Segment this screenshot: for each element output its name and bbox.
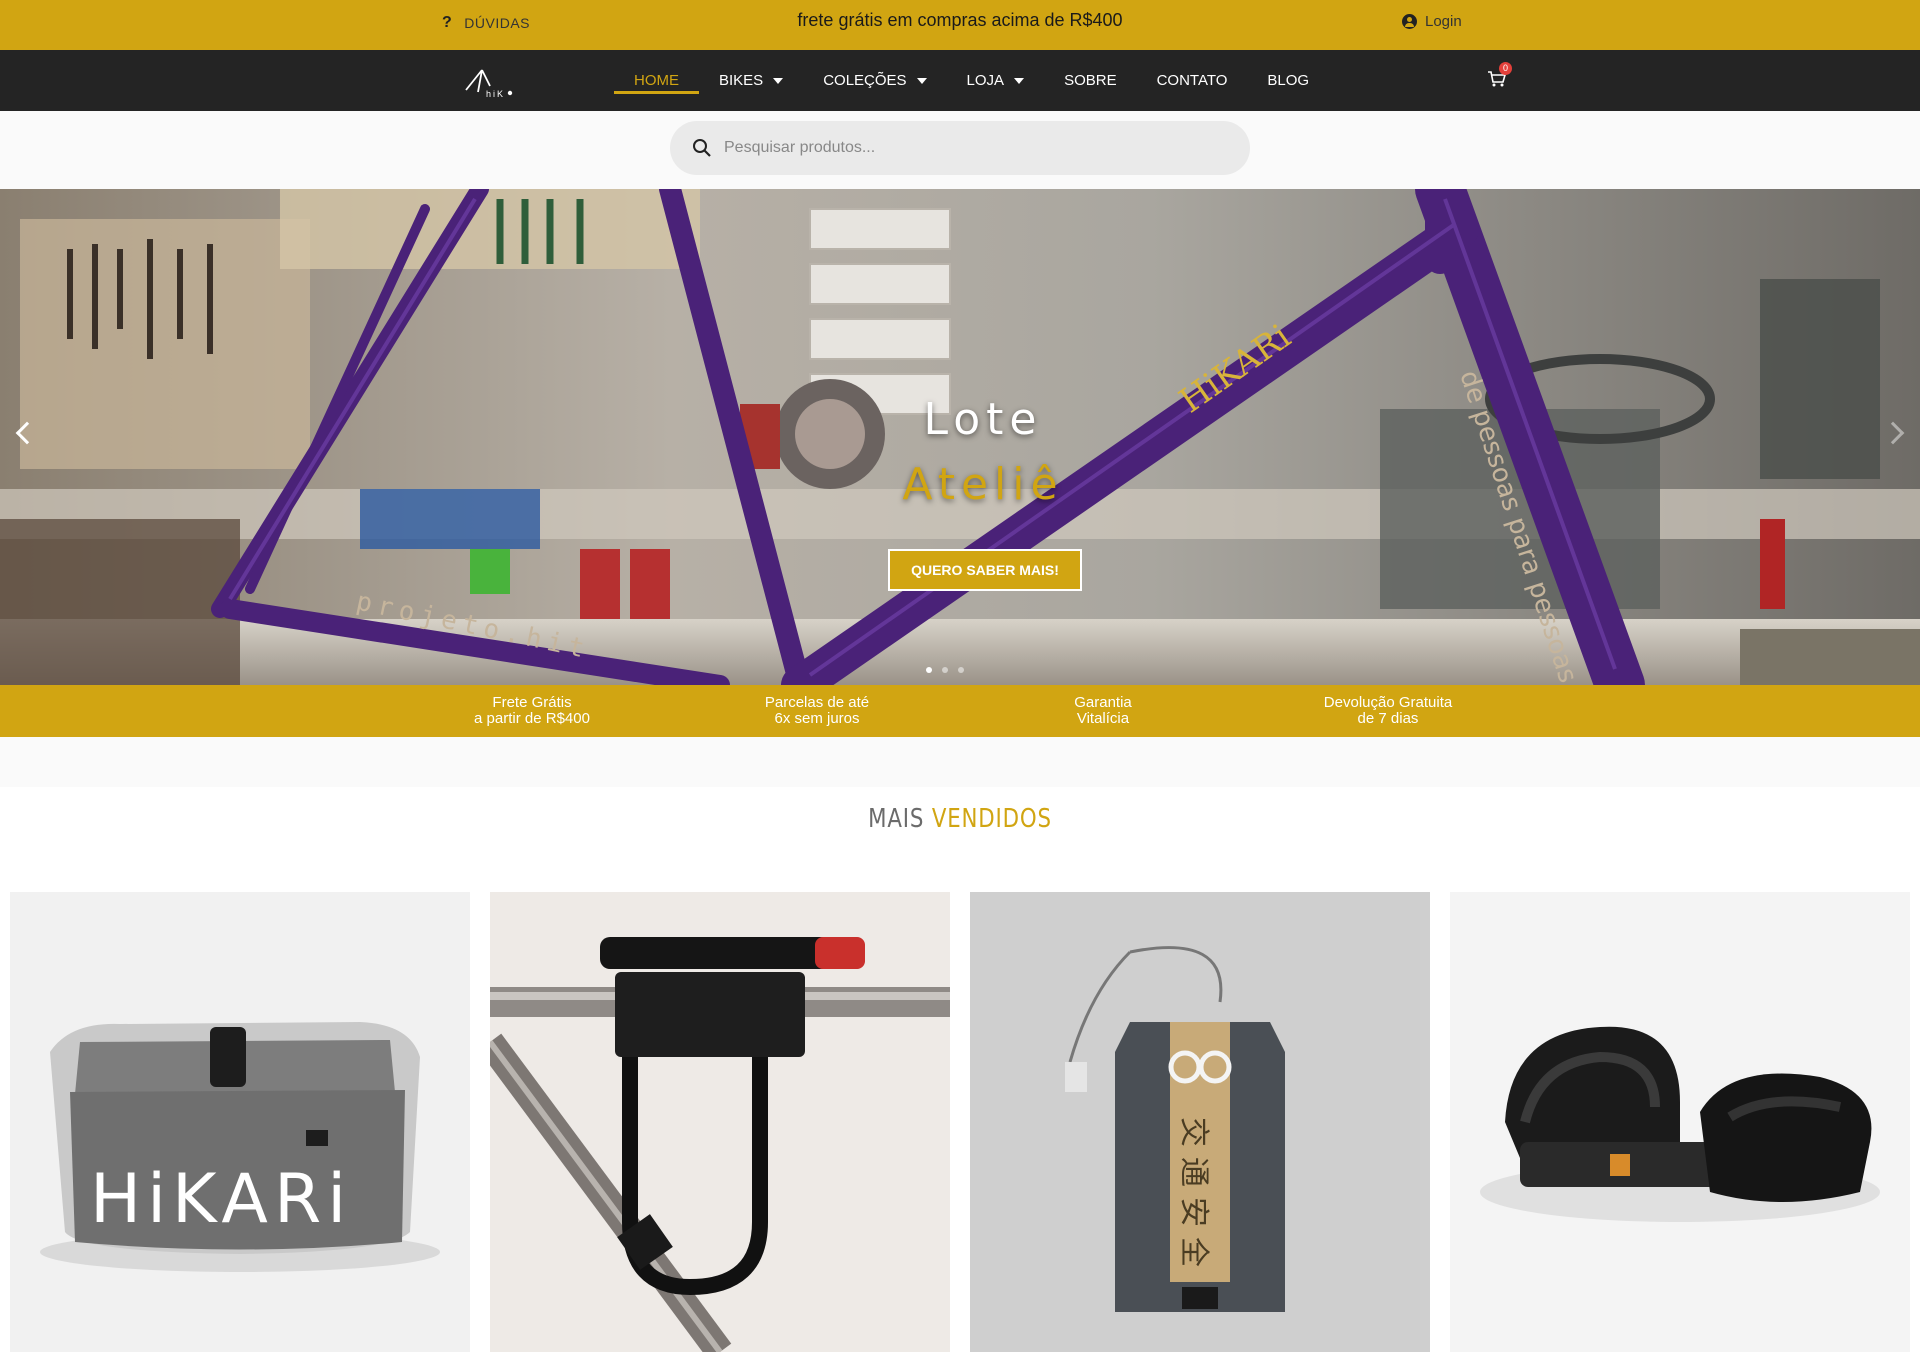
hero-title-line1: Lote bbox=[923, 394, 1043, 445]
search-icon[interactable] bbox=[692, 138, 712, 158]
login-label: Login bbox=[1425, 13, 1462, 30]
product-card[interactable] bbox=[490, 892, 950, 1352]
slider-dot[interactable] bbox=[942, 667, 948, 673]
nav-menu: HOME BIKES COLEÇÕES LOJA SOBRE CONTATO B… bbox=[614, 50, 1329, 111]
user-circle-icon bbox=[1402, 14, 1417, 29]
product-image-pedal-straps bbox=[1450, 892, 1910, 1352]
caret-down-icon bbox=[773, 77, 784, 84]
benefits-bar: Frete Grátis a partir de R$400 Parcelas … bbox=[0, 685, 1920, 737]
svg-text:交通安全: 交通安全 bbox=[1176, 1117, 1211, 1277]
hero-cta-button[interactable]: QUERO SABER MAIS! bbox=[888, 549, 1082, 591]
hero-title-line2: Ateliê bbox=[902, 459, 1064, 510]
caret-down-icon bbox=[916, 77, 927, 84]
slider-dot[interactable] bbox=[926, 667, 932, 673]
login-link[interactable]: Login bbox=[1402, 13, 1462, 30]
search-box bbox=[670, 121, 1250, 175]
nav-item-bikes[interactable]: BIKES bbox=[699, 50, 803, 111]
top-bar: ? DÚVIDAS frete grátis em compras acima … bbox=[0, 0, 1920, 50]
nav-item-sobre[interactable]: SOBRE bbox=[1044, 50, 1137, 111]
svg-text:HiKARi: HiKARi bbox=[90, 1160, 352, 1239]
search-input[interactable] bbox=[724, 139, 1204, 157]
product-image-handlebar-bag: HiKARi bbox=[10, 892, 470, 1352]
nav-item-home[interactable]: HOME bbox=[614, 50, 699, 111]
nav-item-contato[interactable]: CONTATO bbox=[1137, 50, 1248, 111]
section-spacer bbox=[0, 737, 1920, 787]
product-card[interactable]: HiKARi bbox=[10, 892, 470, 1352]
slider-dot[interactable] bbox=[958, 667, 964, 673]
main-nav: hiK HOME BIKES COLEÇÕES LOJA SOBRE CONTA… bbox=[0, 50, 1920, 111]
search-row bbox=[0, 111, 1920, 189]
product-image-omamori-tag: 交通安全 bbox=[970, 892, 1430, 1352]
cart-button[interactable]: 0 bbox=[1487, 62, 1512, 88]
benefit-installments: Parcelas de até 6x sem juros bbox=[764, 694, 870, 727]
nav-item-loja[interactable]: LOJA bbox=[947, 50, 1045, 111]
best-sellers-title: MAIS VENDIDOS bbox=[868, 804, 1052, 834]
nav-item-colecoes[interactable]: COLEÇÕES bbox=[803, 50, 946, 111]
svg-text:hiK: hiK bbox=[486, 89, 505, 99]
benefit-returns: Devolução Gratuita de 7 dias bbox=[1323, 694, 1453, 727]
hero-slider: HiKARi de pessoas para pessoas projeto.h… bbox=[0, 189, 1920, 685]
promo-text: frete grátis em compras acima de R$400 bbox=[797, 10, 1123, 30]
brand-logo[interactable]: hiK bbox=[462, 60, 514, 100]
product-card[interactable]: 交通安全 bbox=[970, 892, 1430, 1352]
benefit-free-shipping: Frete Grátis a partir de R$400 bbox=[474, 694, 590, 727]
nav-item-blog[interactable]: BLOG bbox=[1247, 50, 1329, 111]
product-image-u-lock-holder bbox=[490, 892, 950, 1352]
cart-count-badge: 0 bbox=[1499, 62, 1512, 75]
product-card[interactable] bbox=[1450, 892, 1910, 1352]
benefit-warranty: Garantia Vitalícia bbox=[1074, 694, 1132, 727]
caret-down-icon bbox=[1014, 77, 1025, 84]
slider-dots bbox=[926, 667, 964, 673]
